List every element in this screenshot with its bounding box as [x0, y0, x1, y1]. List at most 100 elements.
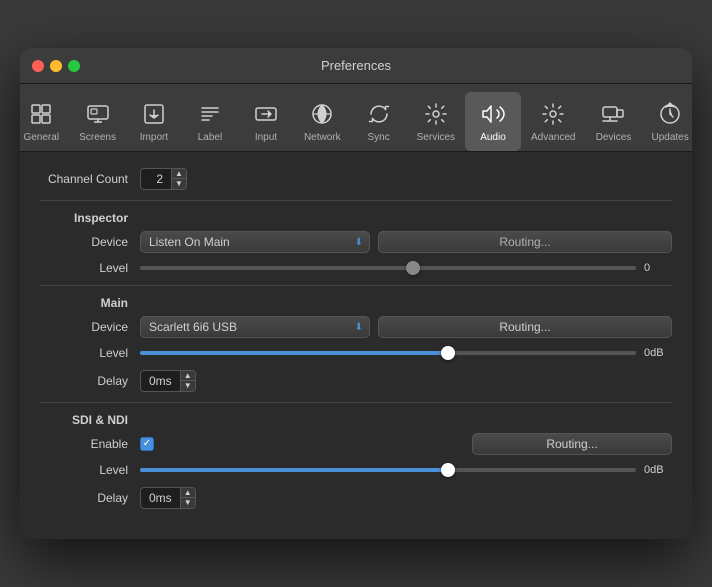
- sdi-enable-row: Enable ✓ Routing...: [40, 433, 672, 455]
- toolbar-item-general[interactable]: General: [20, 92, 69, 151]
- channel-count-down[interactable]: ▼: [172, 179, 186, 189]
- label-icon: [194, 98, 226, 130]
- sdi-enable-checkbox[interactable]: ✓: [140, 437, 154, 451]
- channel-count-label: Channel Count: [40, 172, 140, 186]
- sdi-level-slider-container: 0dB: [140, 464, 672, 476]
- main-delay-row: Delay 0ms ▲ ▼: [40, 370, 672, 392]
- traffic-lights: [32, 60, 80, 72]
- separator-1: [40, 200, 672, 201]
- minimize-button[interactable]: [50, 60, 62, 72]
- main-device-dropdown[interactable]: Scarlett 6i6 USB ⬇: [140, 316, 370, 338]
- devices-icon: [597, 98, 629, 130]
- network-label: Network: [304, 132, 341, 143]
- label-label: Label: [198, 132, 222, 143]
- main-level-value: 0dB: [644, 347, 672, 359]
- channel-count-arrows: ▲ ▼: [171, 169, 186, 189]
- general-label: General: [23, 132, 59, 143]
- sdi-delay-row: Delay 0ms ▲ ▼: [40, 487, 672, 509]
- inspector-level-value: 0: [644, 262, 672, 274]
- sdi-delay-label: Delay: [40, 491, 140, 505]
- toolbar-item-import[interactable]: Import: [126, 92, 182, 151]
- sdi-section-title: SDI & NDI: [40, 413, 140, 427]
- sdi-delay-spinner[interactable]: 0ms ▲ ▼: [140, 487, 196, 509]
- general-icon: [25, 98, 57, 130]
- audio-label: Audio: [480, 132, 506, 143]
- screens-icon: [82, 98, 114, 130]
- main-device-value: Scarlett 6i6 USB: [149, 320, 237, 334]
- content-area: Channel Count 2 ▲ ▼ Inspector Device Lis…: [20, 152, 692, 539]
- main-delay-spinner[interactable]: 0ms ▲ ▼: [140, 370, 196, 392]
- chevron-down-icon-2: ⬇: [355, 322, 363, 333]
- services-label: Services: [417, 132, 455, 143]
- sdi-level-label: Level: [40, 463, 140, 477]
- sdi-delay-down[interactable]: ▼: [181, 498, 195, 508]
- toolbar-item-screens[interactable]: Screens: [69, 92, 126, 151]
- services-icon: [420, 98, 452, 130]
- toolbar-item-network[interactable]: Network: [294, 92, 351, 151]
- devices-label: Devices: [596, 132, 632, 143]
- channel-count-spinner[interactable]: 2 ▲ ▼: [140, 168, 187, 190]
- sync-label: Sync: [368, 132, 390, 143]
- toolbar-item-audio[interactable]: Audio: [465, 92, 521, 151]
- main-level-row: Level 0dB: [40, 346, 672, 360]
- sdi-routing-button[interactable]: Routing...: [472, 433, 672, 455]
- main-routing-button[interactable]: Routing...: [378, 316, 672, 338]
- sdi-level-slider[interactable]: [140, 468, 636, 472]
- inspector-device-row: Device Listen On Main ⬇ Routing...: [40, 231, 672, 253]
- updates-icon: [654, 98, 686, 130]
- inspector-section-title: Inspector: [40, 211, 140, 225]
- toolbar-item-input[interactable]: Input: [238, 92, 294, 151]
- sdi-level-row: Level 0dB: [40, 463, 672, 477]
- main-device-label: Device: [40, 320, 140, 334]
- main-delay-arrows: ▲ ▼: [180, 371, 195, 391]
- network-icon: [306, 98, 338, 130]
- toolbar-item-label[interactable]: Label: [182, 92, 238, 151]
- inspector-level-label: Level: [40, 261, 140, 275]
- main-delay-value: 0ms: [141, 372, 180, 390]
- screens-label: Screens: [79, 132, 116, 143]
- toolbar-item-services[interactable]: Services: [407, 92, 465, 151]
- inspector-level-row: Level 0: [40, 261, 672, 275]
- main-delay-label: Delay: [40, 374, 140, 388]
- sdi-level-value: 0dB: [644, 464, 672, 476]
- window-title: Preferences: [321, 58, 391, 73]
- toolbar-item-advanced[interactable]: Advanced: [521, 92, 585, 151]
- advanced-icon: [537, 98, 569, 130]
- input-icon: [250, 98, 282, 130]
- inspector-device-label: Device: [40, 235, 140, 249]
- main-delay-down[interactable]: ▼: [181, 381, 195, 391]
- sdi-delay-up[interactable]: ▲: [181, 488, 195, 498]
- audio-icon: [477, 98, 509, 130]
- inspector-routing-button[interactable]: Routing...: [378, 231, 672, 253]
- sdi-section-row: SDI & NDI: [40, 413, 672, 427]
- sdi-delay-value: 0ms: [141, 489, 180, 507]
- checkmark-icon: ✓: [143, 439, 151, 449]
- sync-icon: [363, 98, 395, 130]
- channel-count-up[interactable]: ▲: [172, 169, 186, 179]
- toolbar-item-updates[interactable]: Updates: [641, 92, 692, 151]
- main-section-title: Main: [40, 296, 140, 310]
- sdi-delay-arrows: ▲ ▼: [180, 488, 195, 508]
- inspector-level-slider-container: 0: [140, 262, 672, 274]
- toolbar-items: General Screens Import Label: [20, 92, 692, 151]
- separator-3: [40, 402, 672, 403]
- advanced-label: Advanced: [531, 132, 575, 143]
- toolbar-item-devices[interactable]: Devices: [585, 92, 641, 151]
- import-label: Import: [140, 132, 168, 143]
- updates-label: Updates: [651, 132, 688, 143]
- sdi-enable-label: Enable: [40, 437, 140, 451]
- preferences-window: Preferences General Screens Import: [20, 48, 692, 539]
- close-button[interactable]: [32, 60, 44, 72]
- inspector-device-value: Listen On Main: [149, 235, 230, 249]
- maximize-button[interactable]: [68, 60, 80, 72]
- main-delay-up[interactable]: ▲: [181, 371, 195, 381]
- inspector-device-dropdown[interactable]: Listen On Main ⬇: [140, 231, 370, 253]
- main-level-slider-container: 0dB: [140, 347, 672, 359]
- main-level-slider[interactable]: [140, 351, 636, 355]
- main-level-label: Level: [40, 346, 140, 360]
- import-icon: [138, 98, 170, 130]
- toolbar-item-sync[interactable]: Sync: [351, 92, 407, 151]
- channel-count-value: 2: [141, 170, 171, 188]
- title-bar: Preferences: [20, 48, 692, 84]
- inspector-level-slider[interactable]: [140, 266, 636, 270]
